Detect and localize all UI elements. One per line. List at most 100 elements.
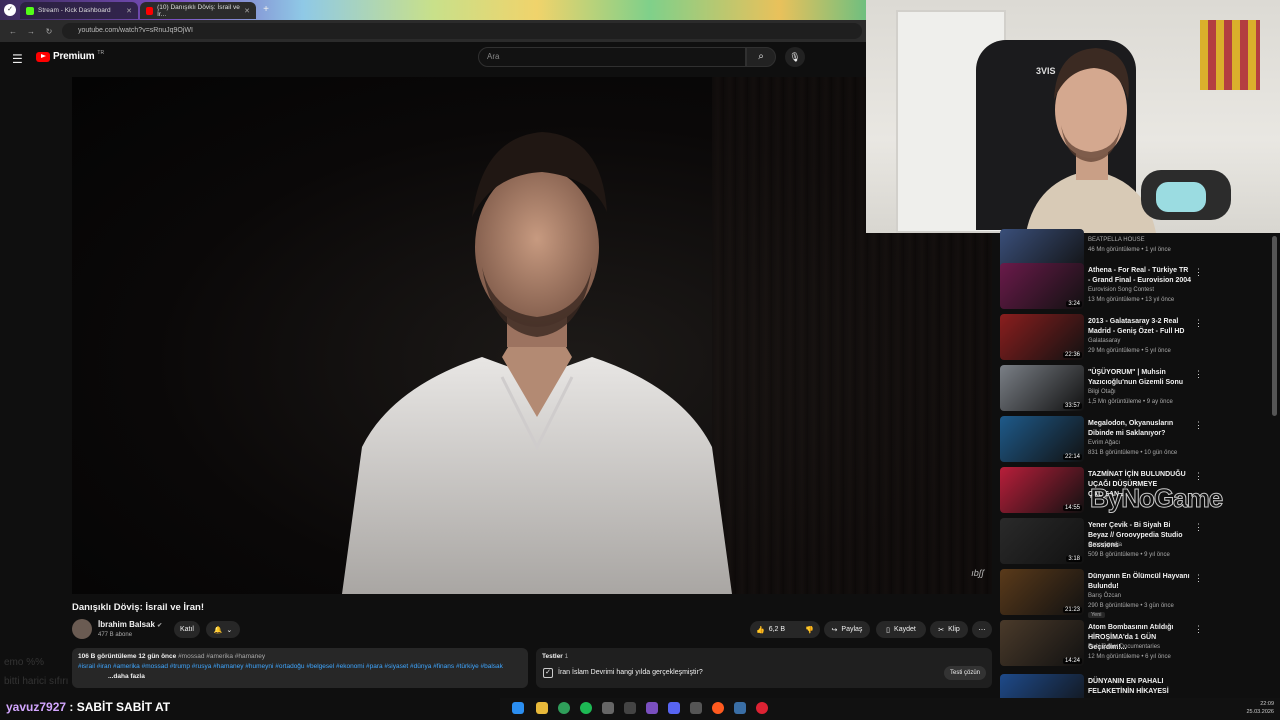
clip-button[interactable]: ✂ Klip: [930, 621, 968, 638]
recommendation-channel[interactable]: Barış Özcan: [1088, 593, 1121, 599]
notification-button[interactable]: 🔔 ⌄: [206, 621, 240, 638]
scrollbar[interactable]: [1272, 236, 1277, 416]
browser-menu-icon[interactable]: ✓: [4, 4, 16, 16]
duration-badge: 22:36: [1062, 352, 1082, 358]
video-thumbnail[interactable]: 33:57: [1000, 365, 1084, 411]
microphone-icon[interactable]: 🎙: [785, 47, 805, 67]
github-icon[interactable]: [646, 702, 658, 714]
app-icon[interactable]: [690, 702, 702, 714]
more-options-icon[interactable]: ⋮: [1194, 522, 1203, 533]
youtube-icon: [146, 6, 154, 15]
recommendation-title[interactable]: Dünyanın En Ölümcül Hayvanı Bulundu!: [1088, 572, 1192, 592]
video-thumbnail[interactable]: 22:14: [1000, 416, 1084, 462]
forward-icon[interactable]: →: [26, 27, 36, 36]
url-field[interactable]: youtube.com/watch?v=sRnuJq9OjWI: [62, 23, 862, 39]
recommendation-meta: 1,5 Mn görüntüleme • 9 ay önce: [1088, 399, 1173, 405]
file-explorer-icon[interactable]: [536, 702, 548, 714]
hashtag-list[interactable]: #israil #iran #amerika #mossad #trump #r…: [78, 662, 522, 672]
video-thumbnail[interactable]: 14:24: [1000, 620, 1084, 666]
recommendation-item[interactable]: 22:36 2013 - Galatasaray 3-2 Real Madrid …: [1000, 314, 1270, 362]
steam-icon[interactable]: [734, 702, 746, 714]
join-button[interactable]: Katıl: [174, 621, 200, 638]
system-tray-clock[interactable]: 22:09 25.03.2026: [1246, 700, 1274, 716]
video-thumbnail[interactable]: 14:55: [1000, 467, 1084, 513]
recommendation-item[interactable]: 33:57 "ÜŞÜYORUM" | Muhsin Yazıcıoğlu'nun …: [1000, 365, 1270, 413]
windows-start-icon[interactable]: [512, 702, 524, 714]
show-more-link[interactable]: ...daha fazla: [106, 672, 145, 682]
channel-name-text: İbrahim Balsak: [98, 620, 155, 629]
more-actions-button[interactable]: ⋯: [972, 621, 992, 638]
recommendation-channel[interactable]: Evrim Ağacı: [1088, 440, 1120, 446]
more-options-icon[interactable]: ⋮: [1194, 420, 1203, 431]
menu-icon[interactable]: ☰: [12, 52, 23, 66]
address-bar-row: ← → ↻ youtube.com/watch?v=sRnuJq9OjWI: [0, 20, 866, 42]
channel-name[interactable]: İbrahim Balsak ✔: [98, 620, 162, 629]
view-stats: 106 B görüntüleme 12 gün önce: [78, 653, 177, 660]
youtube-header: ☰ Premium TR Ara ⌕ 🎙: [0, 42, 866, 74]
close-tab-icon[interactable]: ✕: [244, 7, 250, 15]
app-icon[interactable]: [756, 702, 768, 714]
recommendation-meta: 13 Mn görüntüleme • 13 yıl önce: [1088, 297, 1175, 303]
recommendation-item[interactable]: 3:18 Yener Çevik - Bi Siyah Bi Beyaz // G…: [1000, 518, 1270, 566]
recommendation-channel[interactable]: Bilgi Otağı: [1088, 389, 1116, 395]
recommendation-channel[interactable]: Ruhi Çenet Documentaries: [1088, 644, 1160, 650]
recommendation-item[interactable]: 21:23 Dünyanın En Ölümcül Hayvanı Bulundu…: [1000, 569, 1270, 618]
video-thumbnail[interactable]: 21:23: [1000, 569, 1084, 615]
video-watermark: ıbʃʃ: [971, 568, 984, 578]
new-badge: Yeni: [1088, 612, 1105, 618]
recommendation-title[interactable]: "ÜŞÜYORUM" | Muhsin Yazıcıoğlu'nun Gizem…: [1088, 368, 1192, 388]
tab-kick-dashboard[interactable]: Stream - Kick Dashboard ✕: [20, 2, 138, 19]
back-icon[interactable]: ←: [8, 27, 18, 36]
tab-youtube-video[interactable]: (10) Danışıklı Döviş: İsrail ve İr... ✕: [140, 2, 256, 19]
logo-country: TR: [97, 49, 105, 56]
dislike-icon[interactable]: 👎: [805, 626, 814, 634]
recommendation-channel[interactable]: Groovypedia: [1088, 542, 1122, 548]
solve-quiz-button[interactable]: Testi çözün: [943, 666, 986, 680]
video-player[interactable]: ıbʃʃ: [72, 77, 992, 594]
more-options-icon[interactable]: ⋮: [1194, 267, 1203, 278]
recommendation-item[interactable]: 22:14 Megalodon, Okyanusların Dibinde mi …: [1000, 416, 1270, 464]
recommendation-item[interactable]: 14:24 Atom Bombasının Atıldığı HİROŞİMA'd…: [1000, 620, 1270, 668]
recommendation-meta: 12 Mn görüntüleme • 6 yıl önce: [1088, 654, 1171, 660]
save-label: Kaydet: [894, 626, 916, 633]
thumbs-up-icon: 👍: [756, 626, 765, 634]
description-box[interactable]: 106 B görüntüleme 12 gün önce #mossad #a…: [72, 648, 528, 688]
like-button[interactable]: 👍 6,2 B 👎: [750, 621, 820, 638]
bookmark-icon: ▯: [886, 626, 891, 634]
duration-badge: 3:24: [1066, 301, 1082, 307]
more-options-icon[interactable]: ⋮: [1194, 369, 1203, 380]
more-options-icon[interactable]: ⋮: [1194, 471, 1203, 482]
ghost-chat-line: bitti harici sıfırı: [4, 676, 69, 687]
recommendation-title[interactable]: Athena - For Real - Türkiye TR - Grand F…: [1088, 266, 1192, 286]
app-icon[interactable]: [712, 702, 724, 714]
channel-avatar[interactable]: [72, 619, 92, 639]
recommendation-title[interactable]: Megalodon, Okyanusların Dibinde mi Sakla…: [1088, 419, 1192, 439]
recommendation-title[interactable]: 2013 - Galatasaray 3-2 Real Madrid - Gen…: [1088, 317, 1192, 337]
video-thumbnail[interactable]: 3:24: [1000, 263, 1084, 309]
chrome-icon[interactable]: [558, 702, 570, 714]
video-thumbnail[interactable]: 22:36: [1000, 314, 1084, 360]
recommendation-channel[interactable]: Galatasaray: [1088, 338, 1120, 344]
video-thumbnail[interactable]: 3:18: [1000, 518, 1084, 564]
recommendation-channel[interactable]: Eurovision Song Contest: [1088, 287, 1154, 293]
more-options-icon[interactable]: ⋮: [1194, 573, 1203, 584]
recommendation-channel[interactable]: BEATPELLA HOUSE: [1088, 237, 1145, 243]
more-options-icon[interactable]: ⋮: [1194, 318, 1203, 329]
recommendation-item[interactable]: 3:24 Athena - For Real - Türkiye TR - Gra…: [1000, 263, 1270, 311]
app-icon[interactable]: [602, 702, 614, 714]
search-input[interactable]: Ara: [478, 47, 746, 67]
reload-icon[interactable]: ↻: [44, 27, 54, 36]
close-tab-icon[interactable]: ✕: [126, 7, 132, 15]
inline-hashtags[interactable]: #mossad #amerika #hamaney: [178, 653, 265, 660]
more-options-icon[interactable]: ⋮: [1194, 624, 1203, 635]
search-icon[interactable]: ⌕: [746, 47, 776, 67]
app-icon[interactable]: [624, 702, 636, 714]
share-button[interactable]: ↪ Paylaş: [824, 621, 870, 638]
youtube-premium-logo[interactable]: Premium TR: [36, 49, 105, 62]
discord-icon[interactable]: [668, 702, 680, 714]
new-tab-icon[interactable]: +: [260, 4, 272, 16]
save-button[interactable]: ▯ Kaydet: [876, 621, 926, 638]
screen: { "browser": { "tabs": [ {"label": "Stre…: [0, 0, 1280, 720]
spotify-icon[interactable]: [580, 702, 592, 714]
recommendation-title[interactable]: DÜNYANIN EN PAHALI FELAKETİNİN HİKAYESİ: [1088, 677, 1192, 697]
